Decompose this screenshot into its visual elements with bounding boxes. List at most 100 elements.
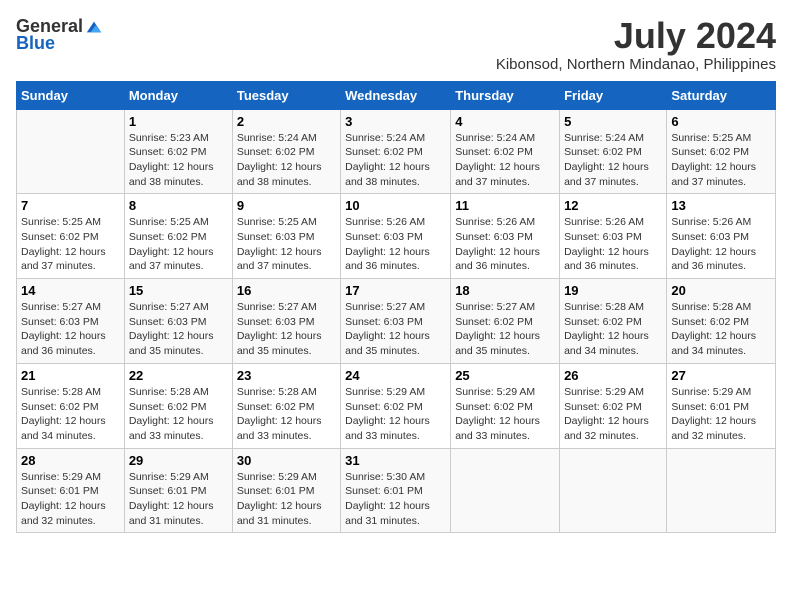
calendar-cell: 4 Sunrise: 5:24 AM Sunset: 6:02 PM Daylig… — [451, 109, 560, 194]
day-info: Sunrise: 5:27 AM Sunset: 6:02 PM Dayligh… — [455, 300, 555, 359]
calendar-cell: 27 Sunrise: 5:29 AM Sunset: 6:01 PM Dayli… — [667, 363, 776, 448]
day-number: 16 — [237, 283, 336, 298]
day-number: 26 — [564, 368, 662, 383]
calendar-cell: 16Sunrise: 5:27 AM Sunset: 6:03 PM Dayli… — [232, 279, 340, 364]
day-number: 12 — [564, 198, 662, 213]
day-number: 25 — [455, 368, 555, 383]
day-number: 10 — [345, 198, 446, 213]
calendar-cell: 7Sunrise: 5:25 AM Sunset: 6:02 PM Daylig… — [17, 194, 125, 279]
calendar-cell: 10Sunrise: 5:26 AM Sunset: 6:03 PM Dayli… — [341, 194, 451, 279]
day-info: Sunrise: 5:29 AM Sunset: 6:02 PM Dayligh… — [564, 385, 662, 444]
day-number: 17 — [345, 283, 446, 298]
day-info: Sunrise: 5:25 AM Sunset: 6:02 PM Dayligh… — [129, 215, 228, 274]
location-subtitle: Kibonsod, Northern Mindanao, Philippines — [496, 56, 776, 73]
header-day-wednesday: Wednesday — [341, 81, 451, 109]
day-info: Sunrise: 5:24 AM Sunset: 6:02 PM Dayligh… — [345, 131, 446, 190]
day-info: Sunrise: 5:29 AM Sunset: 6:01 PM Dayligh… — [21, 470, 120, 529]
logo: General Blue — [16, 16, 103, 54]
day-number: 11 — [455, 198, 555, 213]
week-row-4: 21Sunrise: 5:28 AM Sunset: 6:02 PM Dayli… — [17, 363, 776, 448]
page-header: General Blue July 2024 Kibonsod, Norther… — [16, 16, 776, 73]
day-number: 13 — [671, 198, 771, 213]
calendar-cell: 21Sunrise: 5:28 AM Sunset: 6:02 PM Dayli… — [17, 363, 125, 448]
day-info: Sunrise: 5:29 AM Sunset: 6:02 PM Dayligh… — [455, 385, 555, 444]
day-info: Sunrise: 5:25 AM Sunset: 6:03 PM Dayligh… — [237, 215, 336, 274]
calendar-table: SundayMondayTuesdayWednesdayThursdayFrid… — [16, 81, 776, 534]
day-info: Sunrise: 5:28 AM Sunset: 6:02 PM Dayligh… — [21, 385, 120, 444]
day-info: Sunrise: 5:24 AM Sunset: 6:02 PM Dayligh… — [564, 131, 662, 190]
day-info: Sunrise: 5:29 AM Sunset: 6:02 PM Dayligh… — [345, 385, 446, 444]
day-info: Sunrise: 5:26 AM Sunset: 6:03 PM Dayligh… — [671, 215, 771, 274]
header-day-saturday: Saturday — [667, 81, 776, 109]
day-number: 22 — [129, 368, 228, 383]
calendar-cell: 5 Sunrise: 5:24 AM Sunset: 6:02 PM Daylig… — [560, 109, 667, 194]
week-row-2: 7 Sunrise: 5:25 AM Sunset: 6:02 PM Daylig… — [17, 194, 776, 279]
day-info: Sunrise: 5:26 AM Sunset: 6:03 PM Dayligh… — [455, 215, 555, 274]
calendar-cell: 3 Sunrise: 5:24 AM Sunset: 6:02 PM Daylig… — [341, 109, 451, 194]
day-number: 28 — [21, 453, 120, 468]
calendar-cell: 24Sunrise: 5:29 AM Sunset: 6:02 PM Dayli… — [341, 363, 451, 448]
calendar-cell — [560, 448, 667, 533]
calendar-cell — [451, 448, 560, 533]
calendar-cell: 30 Sunrise: 5:29 AM Sunset: 6:01 PM Dayli… — [232, 448, 340, 533]
header-day-monday: Monday — [124, 81, 232, 109]
calendar-cell: 14 Sunrise: 5:27 AM Sunset: 6:03 PM Dayli… — [17, 279, 125, 364]
day-info: Sunrise: 5:28 AM Sunset: 6:02 PM Dayligh… — [564, 300, 662, 359]
day-number: 9 — [237, 198, 336, 213]
day-info: Sunrise: 5:27 AM Sunset: 6:03 PM Dayligh… — [21, 300, 120, 359]
day-number: 29 — [129, 453, 228, 468]
calendar-cell: 17 Sunrise: 5:27 AM Sunset: 6:03 PM Dayli… — [341, 279, 451, 364]
day-info: Sunrise: 5:26 AM Sunset: 6:03 PM Dayligh… — [564, 215, 662, 274]
calendar-cell: 15Sunrise: 5:27 AM Sunset: 6:03 PM Dayli… — [124, 279, 232, 364]
month-year-title: July 2024 — [496, 16, 776, 56]
day-info: Sunrise: 5:25 AM Sunset: 6:02 PM Dayligh… — [671, 131, 771, 190]
day-number: 30 — [237, 453, 336, 468]
calendar-cell: 26 Sunrise: 5:29 AM Sunset: 6:02 PM Dayli… — [560, 363, 667, 448]
calendar-cell — [17, 109, 125, 194]
header-day-sunday: Sunday — [17, 81, 125, 109]
calendar-body: 1 Sunrise: 5:23 AM Sunset: 6:02 PM Daylig… — [17, 109, 776, 533]
calendar-cell: 31 Sunrise: 5:30 AM Sunset: 6:01 PM Dayli… — [341, 448, 451, 533]
calendar-cell: 9 Sunrise: 5:25 AM Sunset: 6:03 PM Daylig… — [232, 194, 340, 279]
day-number: 1 — [129, 114, 228, 129]
week-row-5: 28 Sunrise: 5:29 AM Sunset: 6:01 PM Dayli… — [17, 448, 776, 533]
day-info: Sunrise: 5:28 AM Sunset: 6:02 PM Dayligh… — [237, 385, 336, 444]
day-info: Sunrise: 5:23 AM Sunset: 6:02 PM Dayligh… — [129, 131, 228, 190]
day-info: Sunrise: 5:29 AM Sunset: 6:01 PM Dayligh… — [129, 470, 228, 529]
calendar-cell: 19Sunrise: 5:28 AM Sunset: 6:02 PM Dayli… — [560, 279, 667, 364]
day-info: Sunrise: 5:27 AM Sunset: 6:03 PM Dayligh… — [345, 300, 446, 359]
day-number: 31 — [345, 453, 446, 468]
calendar-cell: 22Sunrise: 5:28 AM Sunset: 6:02 PM Dayli… — [124, 363, 232, 448]
day-number: 4 — [455, 114, 555, 129]
day-info: Sunrise: 5:24 AM Sunset: 6:02 PM Dayligh… — [455, 131, 555, 190]
day-number: 14 — [21, 283, 120, 298]
day-number: 2 — [237, 114, 336, 129]
calendar-cell: 11 Sunrise: 5:26 AM Sunset: 6:03 PM Dayli… — [451, 194, 560, 279]
calendar-cell: 6 Sunrise: 5:25 AM Sunset: 6:02 PM Daylig… — [667, 109, 776, 194]
logo-icon — [85, 18, 103, 36]
week-row-1: 1 Sunrise: 5:23 AM Sunset: 6:02 PM Daylig… — [17, 109, 776, 194]
day-number: 20 — [671, 283, 771, 298]
calendar-cell: 20Sunrise: 5:28 AM Sunset: 6:02 PM Dayli… — [667, 279, 776, 364]
day-number: 23 — [237, 368, 336, 383]
calendar-cell: 25 Sunrise: 5:29 AM Sunset: 6:02 PM Dayli… — [451, 363, 560, 448]
day-number: 27 — [671, 368, 771, 383]
calendar-cell: 18Sunrise: 5:27 AM Sunset: 6:02 PM Dayli… — [451, 279, 560, 364]
calendar-cell: 28 Sunrise: 5:29 AM Sunset: 6:01 PM Dayli… — [17, 448, 125, 533]
day-number: 8 — [129, 198, 228, 213]
day-info: Sunrise: 5:30 AM Sunset: 6:01 PM Dayligh… — [345, 470, 446, 529]
day-number: 5 — [564, 114, 662, 129]
header-day-friday: Friday — [560, 81, 667, 109]
day-info: Sunrise: 5:29 AM Sunset: 6:01 PM Dayligh… — [671, 385, 771, 444]
calendar-cell: 29 Sunrise: 5:29 AM Sunset: 6:01 PM Dayli… — [124, 448, 232, 533]
calendar-cell — [667, 448, 776, 533]
calendar-header-row: SundayMondayTuesdayWednesdayThursdayFrid… — [17, 81, 776, 109]
day-info: Sunrise: 5:29 AM Sunset: 6:01 PM Dayligh… — [237, 470, 336, 529]
day-number: 6 — [671, 114, 771, 129]
day-number: 7 — [21, 198, 120, 213]
day-number: 3 — [345, 114, 446, 129]
week-row-3: 14 Sunrise: 5:27 AM Sunset: 6:03 PM Dayli… — [17, 279, 776, 364]
calendar-cell: 12 Sunrise: 5:26 AM Sunset: 6:03 PM Dayli… — [560, 194, 667, 279]
logo-blue-text: Blue — [16, 33, 55, 54]
header-day-tuesday: Tuesday — [232, 81, 340, 109]
